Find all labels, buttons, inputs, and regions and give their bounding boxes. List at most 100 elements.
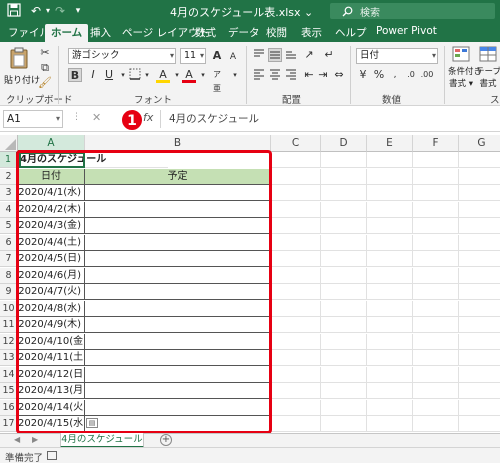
cell[interactable] [367,383,413,399]
date-header-cell[interactable]: 日付 [18,168,85,185]
cell[interactable] [321,251,367,267]
orientation-icon[interactable]: ↗ [302,48,316,62]
date-cell[interactable]: 2020/4/3(金) [18,218,85,234]
plan-cell[interactable] [85,383,271,399]
cell[interactable] [271,383,321,399]
cell[interactable] [321,416,367,432]
cell[interactable] [413,399,459,416]
cell[interactable] [413,185,459,201]
cell[interactable] [271,218,321,234]
row-header[interactable]: 16 [0,399,18,416]
date-cell[interactable]: 2020/4/1(水) [18,185,85,201]
cell[interactable] [271,317,321,333]
cell[interactable] [271,152,321,168]
column-header-a[interactable]: A [18,135,85,152]
plan-cell[interactable] [85,317,271,333]
worksheet-grid[interactable]: A B C D E F G 1 4月のスケジュール 2 日付 予定 3 2020/4/1(水… [0,135,500,433]
date-cell[interactable]: 2020/4/13(月) [18,383,85,399]
plan-header-cell[interactable]: 予定 [85,168,271,185]
plan-cell[interactable] [85,251,271,267]
cell[interactable] [321,399,367,416]
cell[interactable] [459,400,500,416]
cell[interactable] [413,350,459,366]
cell[interactable] [413,168,459,185]
date-cell[interactable]: 2020/4/2(木) [18,201,85,218]
plan-cell[interactable] [85,201,271,218]
plan-cell[interactable] [85,284,271,300]
align-middle-icon[interactable] [268,48,282,62]
column-header-d[interactable]: D [321,135,367,152]
row-header[interactable]: 7 [0,251,18,267]
plan-cell[interactable] [85,333,271,350]
column-header-e[interactable]: E [367,135,413,152]
tab-file[interactable]: ファイル [8,25,50,40]
tab-power-pivot[interactable]: Power Pivot [376,25,437,37]
format-painter-icon[interactable]: 🖌 [38,76,52,90]
plan-cell[interactable] [85,399,271,416]
bold-button[interactable]: B [68,68,82,82]
row-header[interactable]: 4 [0,201,18,218]
date-cell[interactable]: 2020/4/4(土) [18,234,85,251]
cell[interactable] [459,202,500,218]
cell[interactable] [459,350,500,366]
date-cell[interactable]: 2020/4/15(水) [18,416,85,432]
cell[interactable] [459,235,500,251]
column-header-c[interactable]: C [271,135,321,152]
cell[interactable] [271,201,321,218]
paste-button[interactable]: 貼り付け [4,46,40,90]
cell[interactable] [413,416,459,432]
cell[interactable] [321,284,367,300]
row-header[interactable]: 12 [0,333,18,350]
row-header[interactable]: 6 [0,234,18,251]
accounting-format-icon[interactable]: ¥ [356,68,370,82]
comma-style-icon[interactable]: , [388,68,402,82]
quick-analysis-icon[interactable]: ▤ [86,418,98,428]
cell[interactable] [367,300,413,317]
decrease-indent-icon[interactable]: ⇤ [302,68,316,82]
cell[interactable] [459,185,500,201]
row-header[interactable]: 10 [0,300,18,317]
cell[interactable] [367,317,413,333]
cell[interactable] [413,317,459,333]
prev-sheet-icon[interactable]: ◀ [14,435,20,444]
cancel-icon[interactable]: ✕ [92,111,101,124]
decrease-decimal-icon[interactable]: .00 [420,68,434,82]
cell[interactable] [413,234,459,251]
tab-home[interactable]: ホーム [45,24,89,43]
cell[interactable] [271,366,321,383]
plan-cell[interactable] [85,300,271,317]
redo-icon[interactable]: ↷ [52,3,68,19]
plan-cell[interactable] [85,234,271,251]
row-header[interactable]: 11 [0,317,18,333]
underline-button[interactable]: U [102,68,116,82]
row-header[interactable]: 13 [0,350,18,366]
title-cell[interactable]: 4月のスケジュール [18,152,168,168]
cell[interactable] [413,251,459,267]
cell[interactable] [321,201,367,218]
accessibility-icon[interactable] [47,451,57,460]
cell[interactable] [413,333,459,350]
grow-font-icon[interactable]: A [210,49,224,63]
cell[interactable] [413,366,459,383]
tab-view[interactable]: 表示 [301,25,322,40]
font-name-select[interactable]: 游ゴシック ▾ [68,48,176,64]
cell[interactable] [367,152,413,168]
formula-input[interactable]: 4月のスケジュール [160,110,496,128]
row-header[interactable]: 8 [0,267,18,284]
increase-indent-icon[interactable]: ⇥ [316,68,330,82]
cell[interactable] [459,218,500,234]
align-center-icon[interactable] [268,68,282,82]
cell[interactable] [459,383,500,399]
tab-formulas[interactable]: 数式 [195,25,216,40]
phonetic-icon[interactable]: ア亜 [210,68,224,93]
name-box[interactable]: A1 ▾ [3,110,63,128]
cell[interactable] [271,267,321,284]
percent-icon[interactable]: % [372,68,386,82]
wrap-text-icon[interactable]: ↵ [322,48,336,62]
row-header[interactable]: 1 [0,152,18,168]
fill-color-icon[interactable]: A [156,68,170,83]
cell[interactable] [367,350,413,366]
merge-center-icon[interactable]: ⇔ [332,68,346,82]
column-header-g[interactable]: G [459,135,500,152]
copy-icon[interactable]: ⧉ [38,61,52,75]
